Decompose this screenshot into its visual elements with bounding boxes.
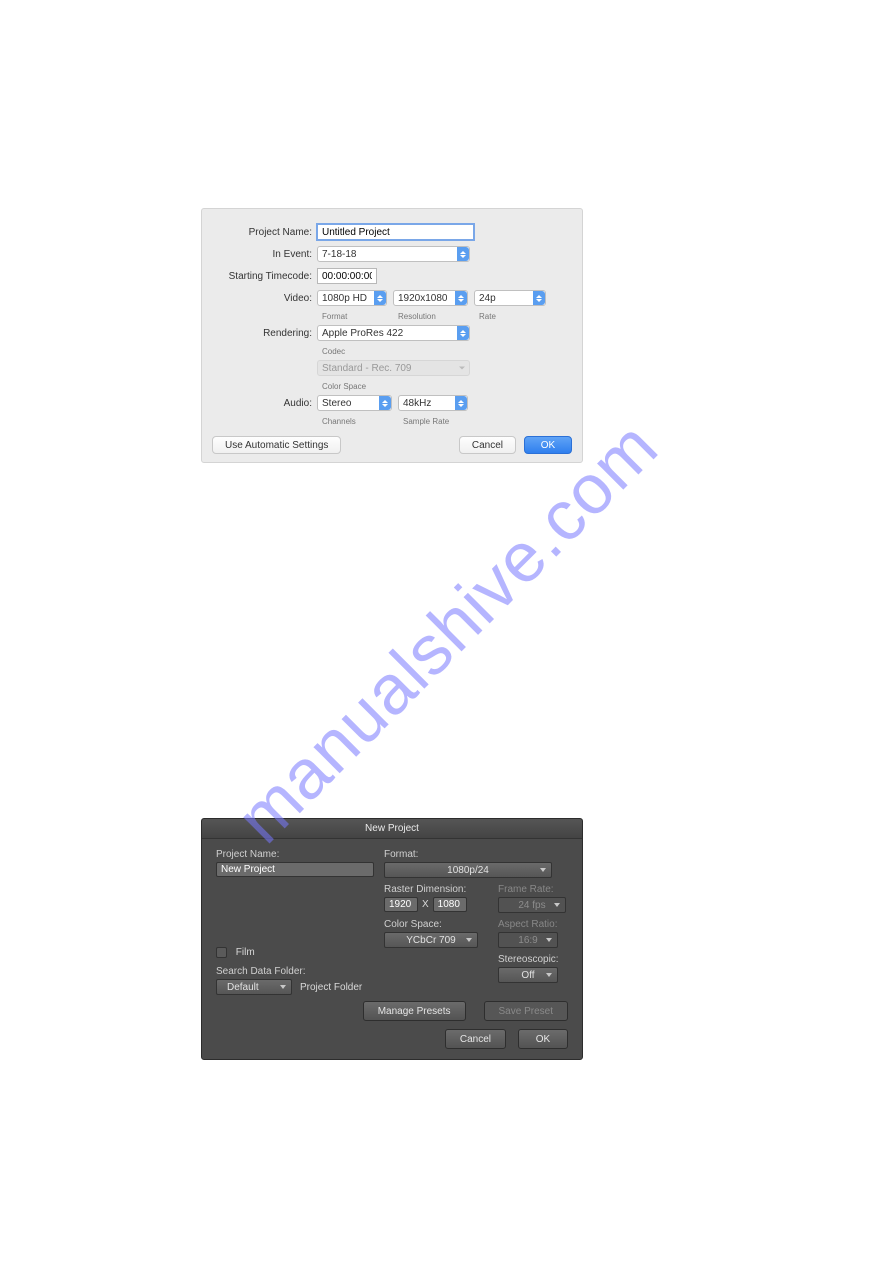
rendering-colorspace-sub: Color Space — [322, 382, 366, 391]
audio-channels-value: Stereo — [322, 398, 351, 409]
project-name-input[interactable] — [317, 224, 474, 240]
format-label: Format: — [384, 849, 568, 860]
film-checkbox[interactable] — [216, 947, 227, 958]
project-name-label: Project Name: — [216, 849, 384, 860]
film-label: Film — [236, 947, 255, 958]
frame-rate-value: 24 fps — [518, 900, 545, 911]
aspect-ratio-select: 16:9 — [498, 932, 558, 948]
rendering-colorspace-select: Standard - Rec. 709 — [317, 360, 470, 376]
video-rate-select[interactable]: 24p — [474, 290, 546, 306]
chevron-down-icon — [280, 985, 286, 989]
raster-dimension-label: Raster Dimension: — [384, 884, 484, 895]
search-data-folder-path: Project Folder — [300, 982, 362, 993]
format-select[interactable]: 1080p/24 — [384, 862, 552, 878]
chevron-down-icon — [546, 973, 552, 977]
watermark: manualshive.com — [220, 405, 672, 857]
rendering-colorspace-value: Standard - Rec. 709 — [322, 363, 412, 374]
chevron-down-icon — [459, 367, 465, 370]
raster-x-label: X — [422, 899, 429, 910]
chevron-down-icon — [554, 903, 560, 907]
chevron-updown-icon — [379, 396, 391, 410]
search-data-folder-select[interactable]: Default — [216, 979, 292, 995]
audio-channels-select[interactable]: Stereo — [317, 395, 392, 411]
rendering-label: Rendering: — [212, 328, 317, 339]
stereoscopic-select[interactable]: Off — [498, 967, 558, 983]
video-label: Video: — [212, 293, 317, 304]
video-resolution-select[interactable]: 1920x1080 — [393, 290, 468, 306]
video-resolution-value: 1920x1080 — [398, 293, 448, 304]
search-data-folder-value: Default — [227, 982, 259, 993]
audio-channels-sub: Channels — [322, 417, 403, 426]
in-event-select[interactable]: 7-18-18 — [317, 246, 470, 262]
frame-rate-select: 24 fps — [498, 897, 566, 913]
chevron-updown-icon — [457, 326, 469, 340]
ok-button[interactable]: OK — [524, 436, 572, 454]
video-resolution-sub: Resolution — [398, 312, 479, 321]
rendering-codec-sub: Codec — [322, 347, 345, 356]
fcp-new-project-dialog: Project Name: In Event: 7-18-18 Starting… — [201, 208, 583, 463]
in-event-value: 7-18-18 — [322, 249, 356, 260]
project-name-input[interactable] — [216, 862, 374, 877]
save-preset-button: Save Preset — [484, 1001, 568, 1021]
use-automatic-settings-button[interactable]: Use Automatic Settings — [212, 436, 341, 454]
color-space-label: Color Space: — [384, 919, 484, 930]
chevron-updown-icon — [374, 291, 386, 305]
starting-timecode-label: Starting Timecode: — [212, 271, 317, 282]
chevron-updown-icon — [455, 291, 467, 305]
avid-new-project-dialog: New Project Project Name: Film Search Da… — [201, 818, 583, 1060]
video-format-sub: Format — [322, 312, 398, 321]
chevron-down-icon — [540, 868, 546, 872]
format-value: 1080p/24 — [447, 865, 489, 876]
dialog-title: New Project — [202, 819, 582, 839]
rendering-codec-value: Apple ProRes 422 — [322, 328, 403, 339]
audio-samplerate-select[interactable]: 48kHz — [398, 395, 468, 411]
color-space-value: YCbCr 709 — [406, 935, 455, 946]
raster-width-input[interactable]: 1920 — [384, 897, 418, 912]
ok-button[interactable]: OK — [518, 1029, 568, 1049]
audio-samplerate-value: 48kHz — [403, 398, 431, 409]
video-rate-sub: Rate — [479, 312, 496, 321]
stereoscopic-label: Stereoscopic: — [498, 954, 568, 965]
video-format-select[interactable]: 1080p HD — [317, 290, 387, 306]
cancel-button[interactable]: Cancel — [445, 1029, 506, 1049]
cancel-button[interactable]: Cancel — [459, 436, 516, 454]
raster-height-input[interactable]: 1080 — [433, 897, 467, 912]
starting-timecode-input[interactable] — [317, 268, 377, 284]
video-format-value: 1080p HD — [322, 293, 367, 304]
chevron-updown-icon — [533, 291, 545, 305]
aspect-ratio-label: Aspect Ratio: — [498, 919, 568, 930]
frame-rate-label: Frame Rate: — [498, 884, 568, 895]
color-space-select[interactable]: YCbCr 709 — [384, 932, 478, 948]
manage-presets-button[interactable]: Manage Presets — [363, 1001, 466, 1021]
video-rate-value: 24p — [479, 293, 496, 304]
stereoscopic-value: Off — [521, 970, 534, 981]
chevron-down-icon — [546, 938, 552, 942]
aspect-ratio-value: 16:9 — [518, 935, 537, 946]
chevron-down-icon — [466, 938, 472, 942]
chevron-updown-icon — [457, 247, 469, 261]
project-name-label: Project Name: — [212, 227, 317, 238]
audio-label: Audio: — [212, 398, 317, 409]
rendering-codec-select[interactable]: Apple ProRes 422 — [317, 325, 470, 341]
chevron-updown-icon — [455, 396, 467, 410]
audio-samplerate-sub: Sample Rate — [403, 417, 449, 426]
in-event-label: In Event: — [212, 249, 317, 260]
search-data-folder-label: Search Data Folder: — [216, 966, 384, 977]
